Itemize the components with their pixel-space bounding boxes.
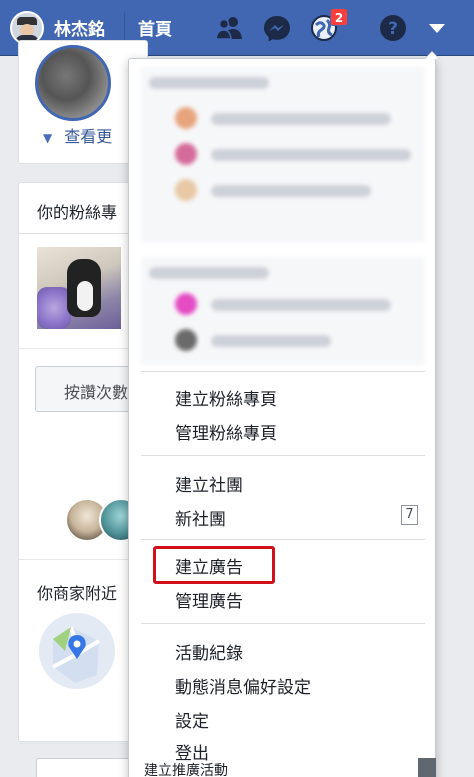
menu-new-groups-label: 新社團 <box>175 510 226 530</box>
messenger-icon[interactable] <box>260 11 294 45</box>
menu-manage-ads[interactable]: 管理廣告 <box>175 587 243 612</box>
menu-create-page[interactable]: 建立粉絲專頁 <box>175 385 277 410</box>
menu-activity-log[interactable]: 活動紀錄 <box>175 639 243 664</box>
chevron-down-icon: ▼ <box>43 131 53 145</box>
svg-text:?: ? <box>388 19 398 39</box>
blurred-row <box>211 185 371 197</box>
see-more-label: 查看更 <box>64 127 113 146</box>
menu-create-ad[interactable]: 建立廣告 <box>175 553 243 578</box>
friend-avatars <box>65 498 143 544</box>
map-icon[interactable] <box>39 613 115 689</box>
caret-down-icon[interactable] <box>420 11 454 45</box>
create-promotion-peek[interactable]: 建立推廣活動 <box>144 760 228 777</box>
menu-new-groups[interactable]: 新社團 7 <box>175 505 418 530</box>
menu-divider <box>141 539 425 540</box>
home-link[interactable]: 首頁 <box>138 15 172 40</box>
new-groups-count: 7 <box>401 505 418 525</box>
menu-divider <box>141 455 425 456</box>
menu-news-feed-preferences[interactable]: 動態消息偏好設定 <box>175 673 311 698</box>
username-link[interactable]: 林杰銘 <box>54 15 105 40</box>
blurred-page-avatar <box>175 107 197 129</box>
menu-manage-pages[interactable]: 管理粉絲專頁 <box>175 419 277 444</box>
blurred-page-avatar <box>175 179 197 201</box>
nearby-business-label: 你商家附近 <box>37 584 118 603</box>
menu-create-group[interactable]: 建立社團 <box>175 471 243 496</box>
blurred-group-avatar <box>175 329 197 351</box>
fan-pages-title: 你的粉絲專 <box>37 203 118 222</box>
blurred-group-avatar <box>175 293 197 315</box>
blurred-page-list <box>141 67 425 243</box>
blurred-page-avatar <box>175 143 197 165</box>
menu-divider <box>141 623 425 624</box>
menu-divider <box>141 371 425 372</box>
friends-icon[interactable] <box>212 11 246 45</box>
blurred-row <box>149 267 269 279</box>
menu-settings[interactable]: 設定 <box>175 707 209 732</box>
dropdown-pointer-inner <box>425 52 439 59</box>
blurred-row <box>211 113 391 125</box>
see-more-link[interactable]: ▼ 查看更 <box>43 123 112 147</box>
blurred-row <box>211 335 331 347</box>
fan-page-photo[interactable] <box>37 247 121 329</box>
nav-separator <box>124 12 125 42</box>
account-dropdown-menu: 建立粉絲專頁 管理粉絲專頁 建立社團 新社團 7 建立廣告 管理廣告 活動紀錄 … <box>128 58 436 777</box>
profile-picture[interactable] <box>35 45 111 121</box>
blurred-row <box>211 149 411 161</box>
peek-dark-tab <box>418 758 436 777</box>
photo-cat-belly <box>77 281 93 311</box>
photo-flowers <box>37 287 71 329</box>
blurred-group-list <box>141 257 425 365</box>
notification-badge: 2 <box>330 8 348 26</box>
blurred-row <box>211 299 391 311</box>
help-icon[interactable]: ? <box>376 11 410 45</box>
blurred-row <box>149 77 269 89</box>
